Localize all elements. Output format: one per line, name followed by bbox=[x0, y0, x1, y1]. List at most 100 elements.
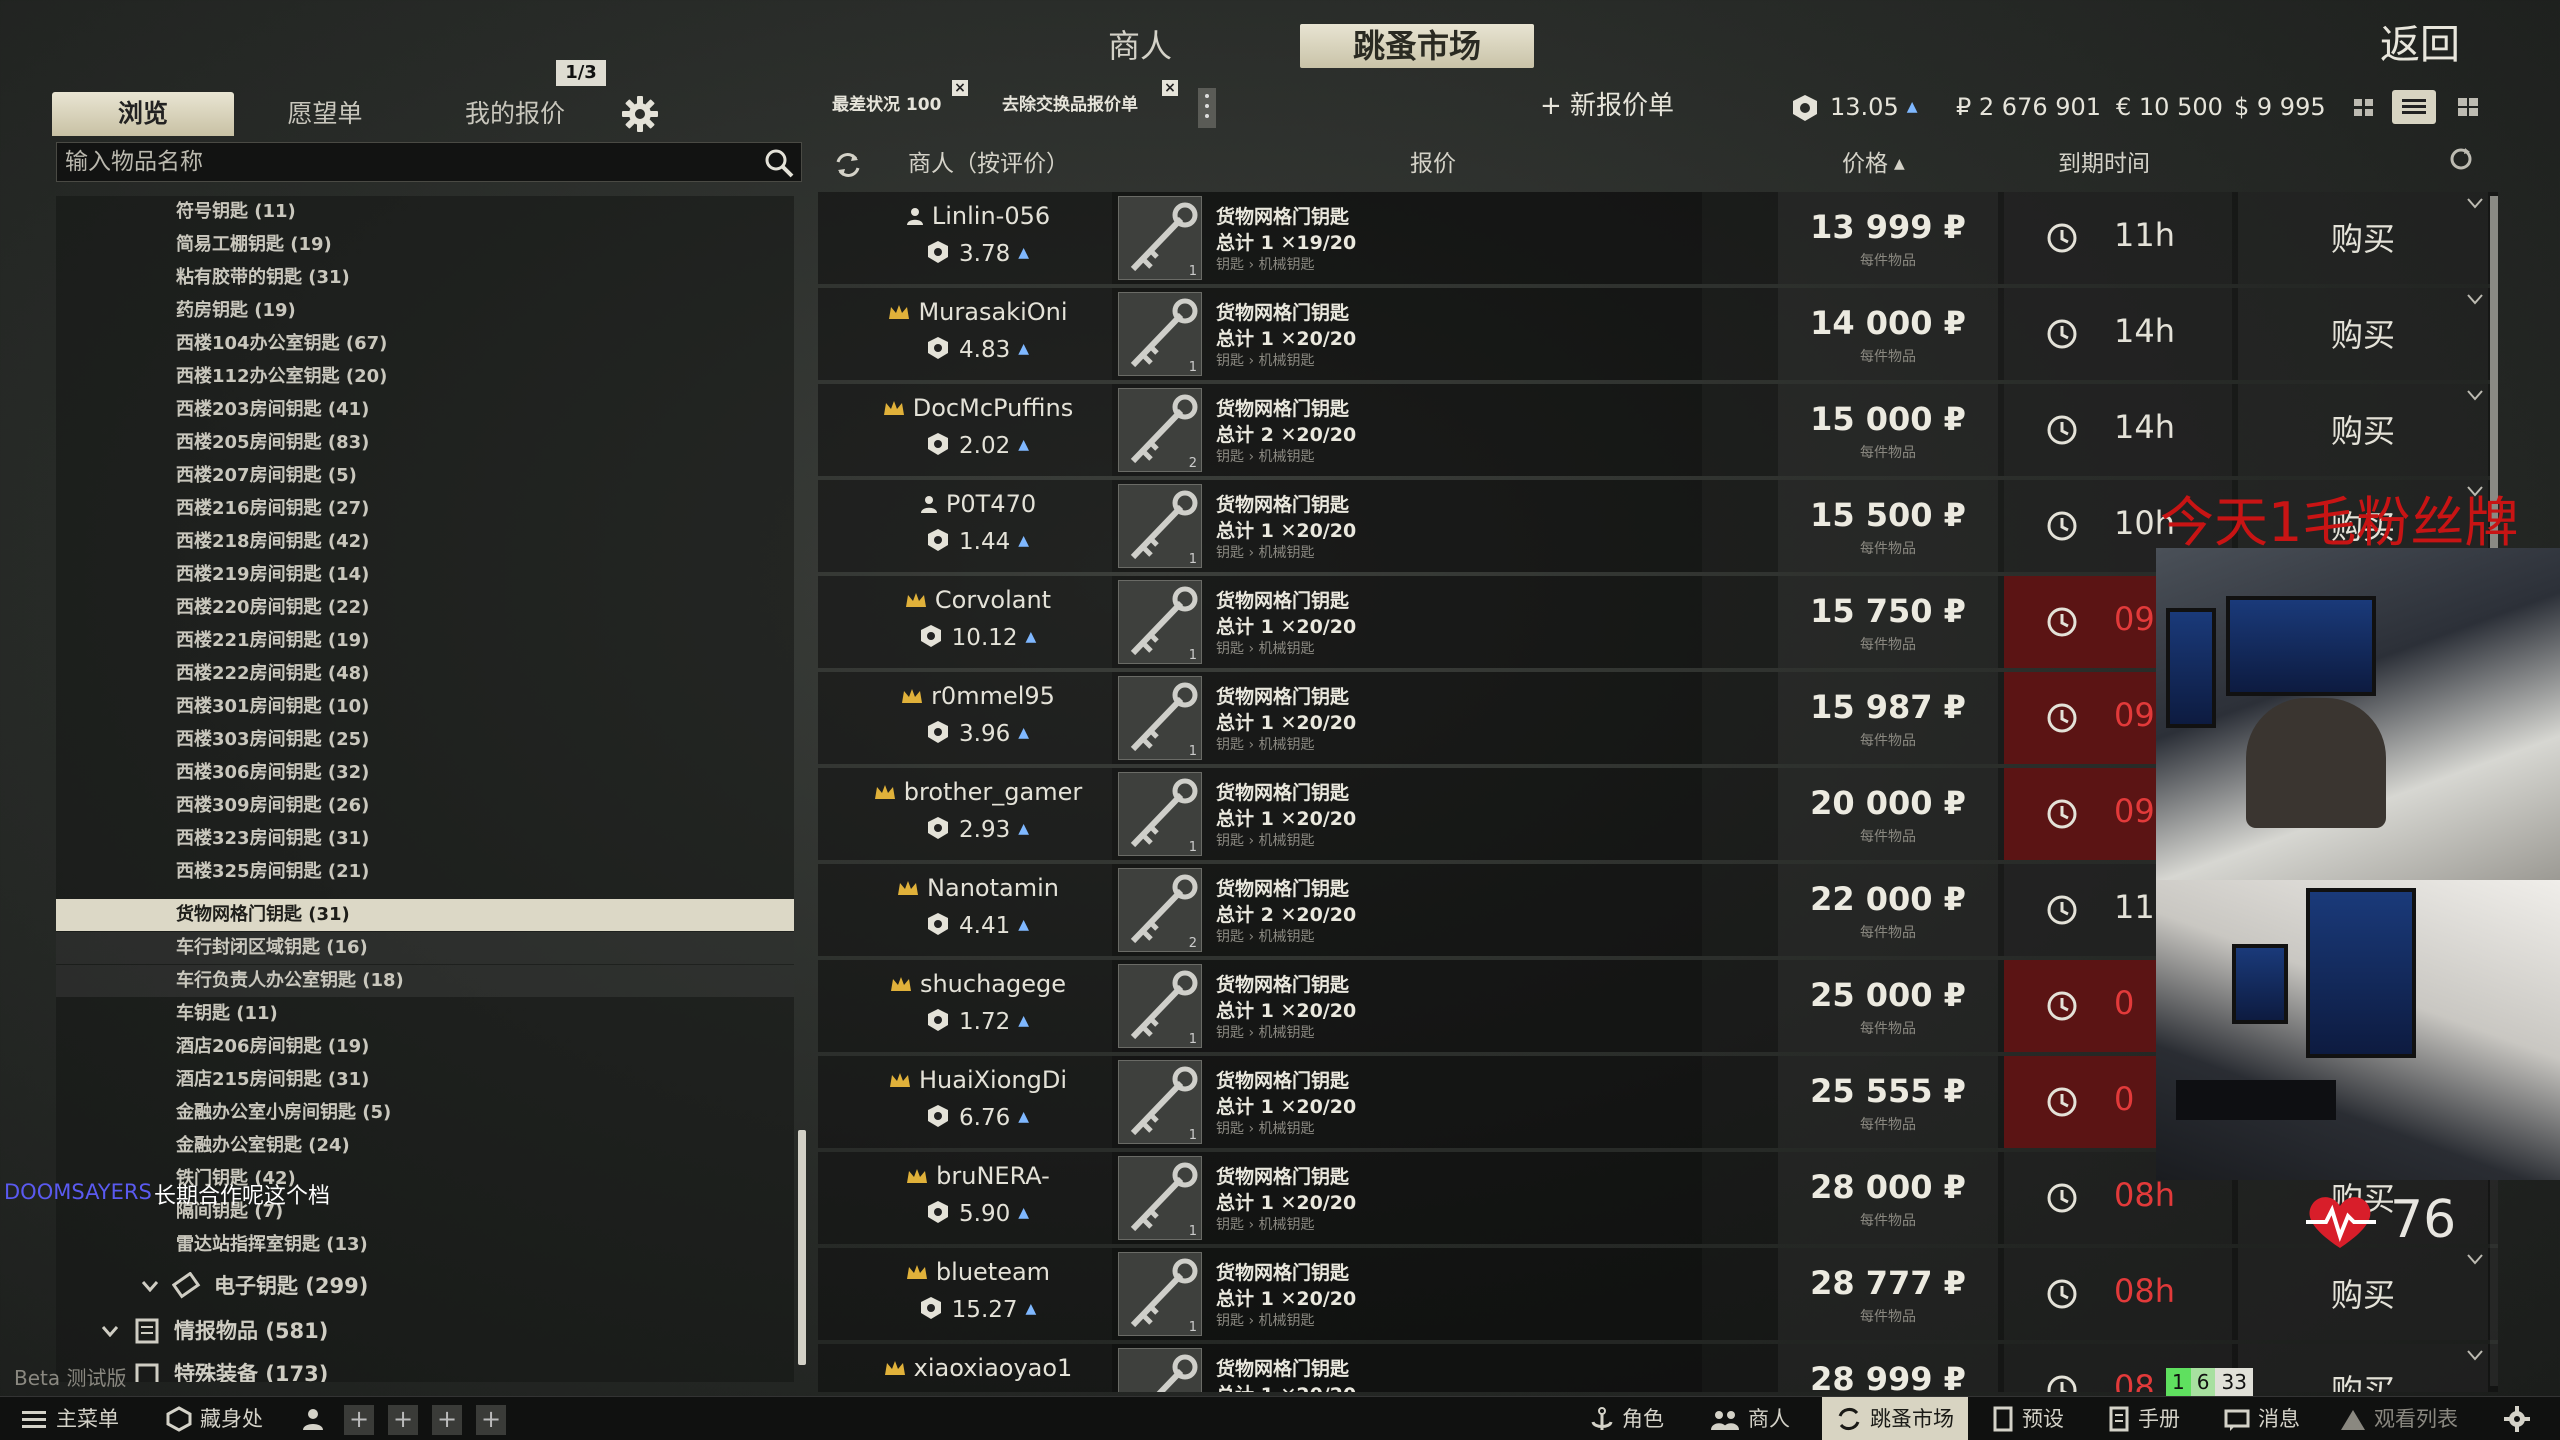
seller-cell[interactable]: DocMcPuffins 2.02 ▲ bbox=[818, 384, 1108, 476]
category-item[interactable]: 药房钥匙 (19) bbox=[56, 295, 794, 327]
presets-button[interactable]: 预设 bbox=[1992, 1397, 2064, 1440]
category-item[interactable]: 金融办公室钥匙 (24) bbox=[56, 1130, 794, 1162]
seller-cell[interactable]: brother_gamer 2.93 ▲ bbox=[818, 768, 1108, 860]
add-slot-button[interactable]: + bbox=[476, 1405, 506, 1435]
category-item[interactable]: 西楼220房间钥匙 (22) bbox=[56, 592, 794, 624]
chevron-down-icon[interactable] bbox=[2466, 196, 2484, 210]
tab-wishlist[interactable]: 愿望单 bbox=[250, 92, 400, 136]
chevron-down-icon[interactable] bbox=[2466, 388, 2484, 402]
category-item[interactable]: 酒店206房间钥匙 (19) bbox=[56, 1031, 794, 1063]
buy-button[interactable]: 购买 bbox=[2238, 384, 2488, 476]
seller-cell[interactable]: blueteam 15.27 ▲ bbox=[818, 1248, 1108, 1340]
item-thumbnail[interactable]: 1 bbox=[1118, 292, 1202, 376]
main-menu-button[interactable]: 主菜单 bbox=[20, 1397, 119, 1440]
category-item[interactable]: 西楼303房间钥匙 (25) bbox=[56, 724, 794, 756]
tab-traders[interactable]: 商人 bbox=[1060, 24, 1220, 68]
gear-icon[interactable] bbox=[620, 94, 660, 134]
category-item[interactable]: 西楼104办公室钥匙 (67) bbox=[56, 328, 794, 360]
category-item[interactable]: 车钥匙 (11) bbox=[56, 998, 794, 1030]
buy-button[interactable]: 购买 bbox=[2238, 192, 2488, 284]
item-thumbnail[interactable]: 1 bbox=[1118, 676, 1202, 760]
item-cell[interactable]: 2 货物网格门钥匙 总计 2 ✕20/20 钥匙 › 机械钥匙 bbox=[1112, 864, 1702, 956]
item-cell[interactable]: 1 货物网格门钥匙 总计 1 ✕20/20 钥匙 › 机械钥匙 bbox=[1112, 288, 1702, 380]
offer-row[interactable]: MurasakiOni 4.83 ▲ 1 货物网格门钥匙 总计 1 ✕20/20 钥匙 › … bbox=[818, 288, 2498, 380]
seller-cell[interactable]: shuchagege 1.72 ▲ bbox=[818, 960, 1108, 1052]
seller-cell[interactable]: Corvolant 10.12 ▲ bbox=[818, 576, 1108, 668]
item-cell[interactable]: 1 货物网格门钥匙 总计 1 ✕20/20 钥匙 › 机械钥匙 bbox=[1112, 1248, 1702, 1340]
category-item[interactable]: 西楼112办公室钥匙 (20) bbox=[56, 361, 794, 393]
seller-name[interactable]: r0mmel95 bbox=[858, 682, 1098, 710]
category-item[interactable]: 西楼309房间钥匙 (26) bbox=[56, 790, 794, 822]
category-group-special-gear[interactable]: 特殊装备 (173) bbox=[56, 1354, 794, 1382]
chevron-down-icon[interactable] bbox=[2466, 1348, 2484, 1362]
category-item[interactable]: 西楼219房间钥匙 (14) bbox=[56, 559, 794, 591]
category-item[interactable]: 雷达站指挥室钥匙 (13) bbox=[56, 1229, 794, 1261]
hideout-button[interactable]: 藏身处 bbox=[166, 1397, 263, 1440]
category-item[interactable]: 西楼301房间钥匙 (10) bbox=[56, 691, 794, 723]
add-slot-button[interactable]: + bbox=[344, 1405, 374, 1435]
item-cell[interactable]: 1 货物网格门钥匙 总计 1 ✕20/20 钥匙 › 机械钥匙 bbox=[1112, 576, 1702, 668]
category-item[interactable]: 粘有胶带的钥匙 (31) bbox=[56, 262, 794, 294]
seller-cell[interactable]: P0T470 1.44 ▲ bbox=[818, 480, 1108, 572]
seller-cell[interactable]: MurasakiOni 4.83 ▲ bbox=[818, 288, 1108, 380]
category-item[interactable]: 西楼216房间钥匙 (27) bbox=[56, 493, 794, 525]
expiry-column-header[interactable]: 到期时间 bbox=[2058, 144, 2150, 184]
category-item[interactable]: 车行封闭区域钥匙 (16) bbox=[56, 932, 794, 964]
seller-cell[interactable]: Linlin-056 3.78 ▲ bbox=[818, 192, 1108, 284]
filter-chip-remove-barter[interactable]: 去除交换品报价单 bbox=[1002, 90, 1138, 120]
seller-name[interactable]: Linlin-056 bbox=[858, 202, 1098, 230]
add-slot-button[interactable]: + bbox=[388, 1405, 418, 1435]
more-filters-button[interactable] bbox=[1198, 88, 1216, 128]
category-item-selected[interactable]: 货物网格门钥匙 (31) bbox=[56, 899, 794, 931]
add-slot-button[interactable]: + bbox=[432, 1405, 462, 1435]
chevron-down-icon[interactable] bbox=[2466, 292, 2484, 306]
seller-name[interactable]: blueteam bbox=[858, 1258, 1098, 1286]
item-thumbnail[interactable]: 1 bbox=[1118, 1348, 1202, 1392]
new-offer-button[interactable]: + 新报价单 bbox=[1540, 88, 1740, 124]
handbook-button[interactable]: 手册 bbox=[2108, 1397, 2180, 1440]
search-input[interactable] bbox=[65, 143, 745, 181]
item-cell[interactable]: 1 货物网格门钥匙 总计 1 ✕20/20 钥匙 › 机械钥匙 bbox=[1112, 960, 1702, 1052]
watchlist-button[interactable]: 观看列表 bbox=[2340, 1397, 2458, 1440]
seller-name[interactable]: DocMcPuffins bbox=[858, 394, 1098, 422]
seller-name[interactable]: shuchagege bbox=[858, 970, 1098, 998]
seller-name[interactable]: bruNERA- bbox=[858, 1162, 1098, 1190]
offer-row[interactable]: Linlin-056 3.78 ▲ 1 货物网格门钥匙 总计 1 ✕19/20 钥匙 › 机… bbox=[818, 192, 2498, 284]
settings-gear-icon[interactable] bbox=[2502, 1397, 2540, 1440]
category-item[interactable]: 金融办公室小房间钥匙 (5) bbox=[56, 1097, 794, 1129]
category-item[interactable]: 符号钥匙 (11) bbox=[56, 196, 794, 228]
offer-row[interactable]: DocMcPuffins 2.02 ▲ 2 货物网格门钥匙 总计 2 ✕20/20 钥匙 ›… bbox=[818, 384, 2498, 476]
category-item[interactable]: 车行负责人办公室钥匙 (18) bbox=[56, 965, 794, 997]
category-item[interactable]: 简易工棚钥匙 (19) bbox=[56, 229, 794, 261]
item-thumbnail[interactable]: 1 bbox=[1118, 1060, 1202, 1144]
close-icon[interactable]: × bbox=[1162, 80, 1178, 96]
category-item[interactable]: 西楼218房间钥匙 (42) bbox=[56, 526, 794, 558]
offer-row[interactable]: blueteam 15.27 ▲ 1 货物网格门钥匙 总计 1 ✕20/20 钥匙 › 机械… bbox=[818, 1248, 2498, 1340]
seller-cell[interactable]: bruNERA- 5.90 ▲ bbox=[818, 1152, 1108, 1244]
view-small-grid-icon[interactable] bbox=[2346, 90, 2382, 124]
traders-button[interactable]: 商人 bbox=[1710, 1397, 1790, 1440]
price-column-header[interactable]: 价格 ▲ bbox=[1842, 144, 1905, 184]
seller-name[interactable]: HuaiXiongDi bbox=[858, 1066, 1098, 1094]
category-group-info-items[interactable]: 情报物品 (581) bbox=[56, 1311, 794, 1351]
item-cell[interactable]: 1 货物网格门钥匙 总计 1 ✕20/20 钥匙 › 机械钥匙 bbox=[1112, 672, 1702, 764]
chevron-down-icon[interactable] bbox=[2466, 1252, 2484, 1266]
item-cell[interactable]: 2 货物网格门钥匙 总计 2 ✕20/20 钥匙 › 机械钥匙 bbox=[1112, 384, 1702, 476]
auto-refresh-icon[interactable] bbox=[2448, 146, 2474, 172]
search-icon[interactable] bbox=[763, 147, 795, 179]
back-button[interactable]: 返回 bbox=[2360, 12, 2480, 68]
item-cell[interactable]: 1 货物网格门钥匙 总计 1 ✕19/20 钥匙 › 机械钥匙 bbox=[1112, 192, 1702, 284]
tab-flea-market[interactable]: 跳蚤市场 bbox=[1300, 24, 1534, 68]
messages-button[interactable]: 消息 bbox=[2224, 1397, 2300, 1440]
item-thumbnail[interactable]: 1 bbox=[1118, 580, 1202, 664]
category-item[interactable]: 西楼323房间钥匙 (31) bbox=[56, 823, 794, 855]
seller-cell[interactable]: HuaiXiongDi 6.76 ▲ bbox=[818, 1056, 1108, 1148]
tab-browse[interactable]: 浏览 bbox=[52, 92, 234, 136]
category-group-electronic-keys[interactable]: 电子钥匙 (299) bbox=[56, 1266, 794, 1306]
buy-button[interactable]: 购买 bbox=[2238, 288, 2488, 380]
seller-cell[interactable]: xiaoxiaoyao1 bbox=[818, 1344, 1108, 1392]
category-item[interactable]: 酒店215房间钥匙 (31) bbox=[56, 1064, 794, 1096]
seller-cell[interactable]: Nanotamin 4.41 ▲ bbox=[818, 864, 1108, 956]
tab-my-offers[interactable]: 我的报价 bbox=[440, 92, 590, 136]
item-thumbnail[interactable]: 1 bbox=[1118, 1156, 1202, 1240]
